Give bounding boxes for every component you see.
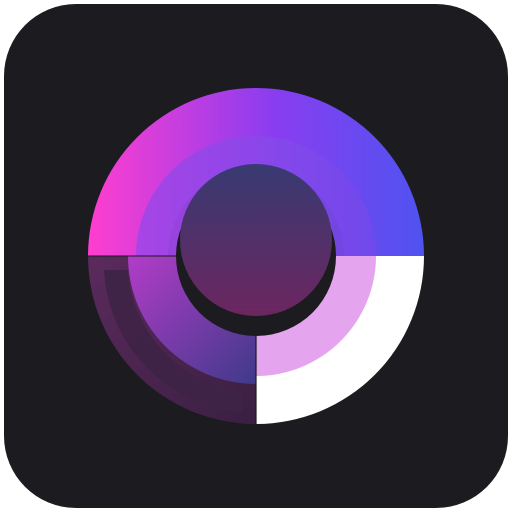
app-icon-canvas [0,0,512,512]
center-circle [180,164,332,316]
app-icon [4,4,508,508]
